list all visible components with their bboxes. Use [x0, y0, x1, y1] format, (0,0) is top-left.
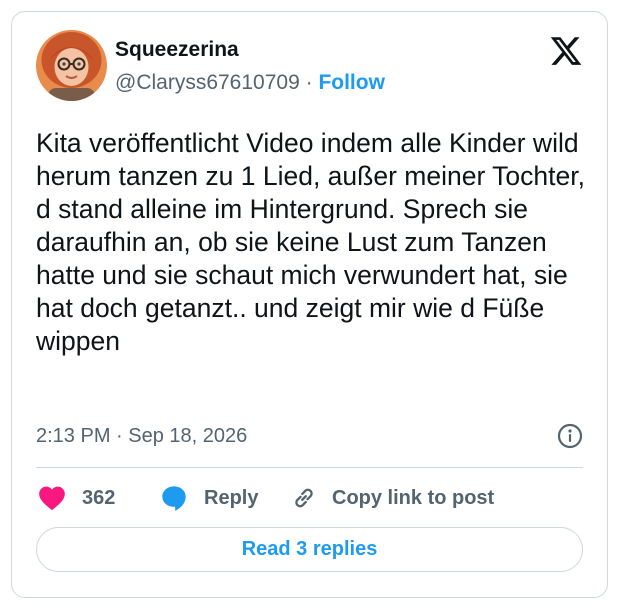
x-logo-icon[interactable]: [549, 34, 583, 68]
reply-label: Reply: [204, 486, 259, 509]
display-name[interactable]: Squeezerina: [115, 38, 239, 62]
tweet-text: Kita veröffentlicht Video indem alle Kin…: [36, 128, 585, 356]
link-icon: [295, 488, 313, 508]
like-button[interactable]: 362: [38, 482, 115, 514]
handle-row: @Claryss67610709 · Follow: [115, 71, 385, 95]
like-count: 362: [82, 486, 116, 509]
reply-button[interactable]: Reply: [160, 482, 258, 514]
copy-link-button[interactable]: Copy link to post: [290, 482, 494, 514]
follow-button[interactable]: Follow: [318, 71, 385, 94]
avatar-image: [36, 30, 107, 101]
divider: [36, 467, 583, 468]
tweet-card: Squeezerina @Claryss67610709 · Follow Ki…: [11, 11, 608, 598]
avatar[interactable]: [36, 30, 107, 101]
speech-bubble-icon: [162, 486, 186, 511]
copy-link-label: Copy link to post: [332, 486, 495, 509]
read-replies-button[interactable]: Read 3 replies: [36, 527, 583, 572]
handle-separator: ·: [299, 71, 319, 94]
info-icon[interactable]: [557, 423, 583, 449]
heart-icon: [39, 486, 65, 511]
read-replies-label: Read 3 replies: [241, 538, 378, 560]
user-handle[interactable]: @Claryss67610709: [115, 71, 300, 94]
timestamp-link[interactable]: 2:13 PM · Sep 18, 2026: [36, 425, 247, 448]
